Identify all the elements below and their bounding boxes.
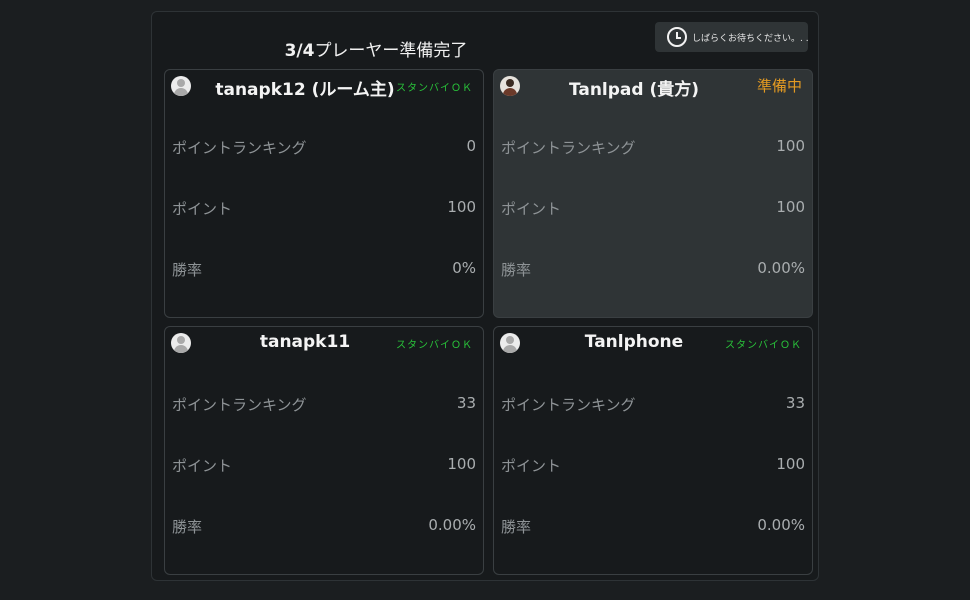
player-name: tanapk12 (ルーム主): [215, 80, 395, 100]
stat-value: 0.00%: [757, 259, 805, 277]
stat-points: ポイント 100: [172, 198, 476, 218]
stat-label: 勝率: [501, 261, 532, 279]
avatar: [500, 333, 520, 353]
stat-winrate: 勝率 0%: [172, 259, 476, 279]
stat-value: 100: [776, 198, 805, 216]
stat-label: 勝率: [172, 518, 203, 536]
avatar: [500, 76, 520, 96]
player-name: Tanlpad (貴方): [568, 80, 700, 100]
stat-label: ポイントランキング: [501, 396, 636, 414]
lobby-title: 3/4プレーヤー準備完了: [152, 36, 600, 61]
waiting-text: しばらくお待ちください。. .: [692, 33, 809, 44]
stat-label: ポイントランキング: [172, 139, 307, 157]
stat-winrate: 勝率 0.00%: [501, 516, 805, 536]
waiting-badge: しばらくお待ちください。. .: [655, 22, 809, 52]
lobby-panel: 3/4プレーヤー準備完了 しばらくお待ちください。. . tanapk12 (ル…: [151, 11, 819, 581]
player-header: tanapk12 (ルーム主) スタンバイＯＫ: [165, 70, 483, 104]
stat-label: 勝率: [172, 261, 203, 279]
stat-winrate: 勝率 0.00%: [172, 516, 476, 536]
player-card: Tanlphone スタンバイＯＫ ポイントランキング 33 ポイント 100 勝率…: [493, 326, 813, 575]
status-badge: 準備中: [756, 77, 802, 95]
stat-ranking: ポイントランキング 100: [501, 137, 805, 157]
player-header: Tanlpad (貴方) 準備中: [494, 70, 812, 104]
stat-ranking: ポイントランキング 33: [501, 394, 805, 414]
stat-value: 0%: [452, 259, 476, 277]
ready-count: 3/4: [284, 41, 315, 61]
player-header: Tanlphone スタンバイＯＫ: [494, 327, 812, 361]
stat-points: ポイント 100: [501, 455, 805, 475]
player-card-host: tanapk12 (ルーム主) スタンバイＯＫ ポイントランキング 0 ポイント 1…: [164, 69, 484, 318]
stat-points: ポイント 100: [172, 455, 476, 475]
stat-label: ポイント: [501, 200, 562, 218]
stat-label: ポイントランキング: [501, 139, 636, 157]
stat-value: 100: [447, 198, 476, 216]
status-badge: スタンバイＯＫ: [396, 340, 473, 351]
stat-label: ポイント: [172, 200, 233, 218]
stat-label: ポイントランキング: [172, 396, 307, 414]
stat-winrate: 勝率 0.00%: [501, 259, 805, 279]
stat-value: 100: [776, 137, 805, 155]
avatar: [171, 76, 191, 96]
stat-value: 0: [466, 137, 476, 155]
stat-value: 100: [776, 455, 805, 473]
player-card-self: Tanlpad (貴方) 準備中 ポイントランキング 100 ポイント 100 勝率…: [493, 69, 813, 318]
ready-label: プレーヤー準備完了: [314, 41, 468, 61]
player-card: tanapk11 スタンバイＯＫ ポイントランキング 33 ポイント 100 勝率 0…: [164, 326, 484, 575]
stat-label: 勝率: [501, 518, 532, 536]
stat-value: 0.00%: [757, 516, 805, 534]
player-name: Tanlphone: [584, 332, 684, 352]
stat-value: 33: [785, 394, 805, 412]
avatar: [171, 333, 191, 353]
stat-points: ポイント 100: [501, 198, 805, 218]
stat-label: ポイント: [172, 457, 233, 475]
clock-icon: [667, 27, 687, 47]
stat-value: 100: [447, 455, 476, 473]
stat-ranking: ポイントランキング 33: [172, 394, 476, 414]
stat-label: ポイント: [501, 457, 562, 475]
player-header: tanapk11 スタンバイＯＫ: [165, 327, 483, 361]
player-name: tanapk11: [259, 332, 351, 352]
stat-ranking: ポイントランキング 0: [172, 137, 476, 157]
stat-value: 0.00%: [428, 516, 476, 534]
status-badge: スタンバイＯＫ: [725, 340, 802, 351]
stat-value: 33: [456, 394, 476, 412]
status-badge: スタンバイＯＫ: [396, 83, 473, 94]
